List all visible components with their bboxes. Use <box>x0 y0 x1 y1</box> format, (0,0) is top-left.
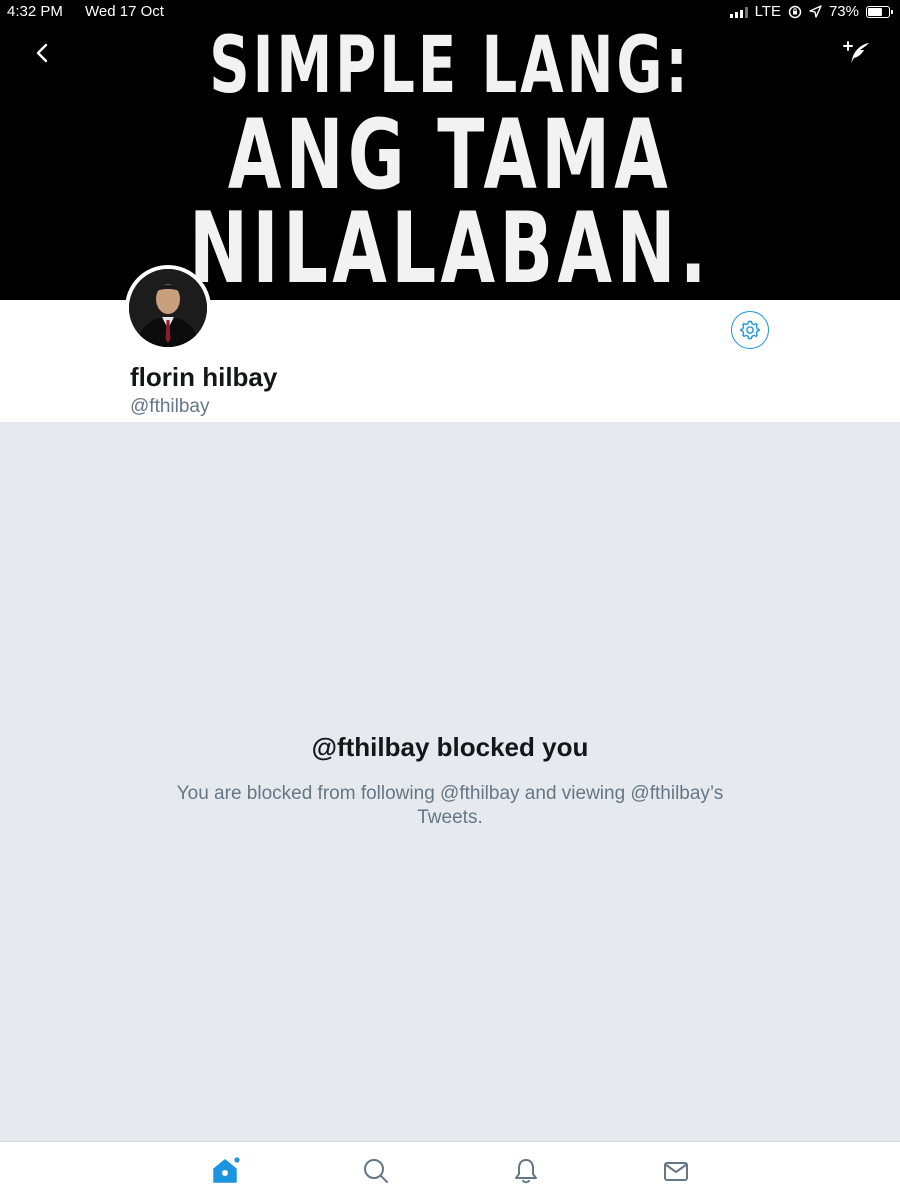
profile-photo <box>129 269 207 347</box>
network-type: LTE <box>754 3 781 20</box>
compose-tweet-button[interactable] <box>842 38 872 68</box>
tab-home[interactable] <box>211 1156 241 1186</box>
tab-search[interactable] <box>361 1156 391 1186</box>
status-time: 4:32 PM <box>7 3 63 20</box>
status-bar: 4:32 PM Wed 17 Oct LTE 73% <box>0 0 900 24</box>
banner-line: ANG TAMA <box>227 99 673 211</box>
profile-display-name: florin hilbay <box>130 362 278 392</box>
location-arrow-icon <box>809 5 822 18</box>
bottom-tab-bar <box>0 1141 900 1200</box>
messages-icon <box>664 1162 688 1181</box>
battery-icon <box>866 5 893 18</box>
screen-rotation-lock-icon <box>788 5 802 18</box>
blocked-message-description: You are blocked from following @fthilbay… <box>176 783 724 828</box>
tab-messages[interactable] <box>661 1156 691 1186</box>
gear-icon <box>740 320 760 340</box>
banner-line: NILALABAN. <box>189 192 711 306</box>
blocked-message-title: @fthilbay blocked you <box>311 732 589 762</box>
chevron-left-icon <box>36 43 48 63</box>
banner-image-text: SIMPLE LANG: ANG TAMA NILALABAN. <box>126 21 774 306</box>
profile-settings-button[interactable] <box>731 311 769 349</box>
cellular-signal-icon <box>729 6 748 18</box>
compose-tweet-icon <box>843 41 869 63</box>
back-button[interactable] <box>28 38 56 68</box>
profile-header-banner: SIMPLE LANG: ANG TAMA NILALABAN. 4:32 PM… <box>0 0 900 300</box>
home-icon <box>213 1157 240 1183</box>
tab-notifications[interactable] <box>511 1156 541 1186</box>
profile-handle: @fthilbay <box>130 396 210 417</box>
battery-percentage: 73% <box>828 3 859 20</box>
avatar[interactable] <box>125 265 211 351</box>
status-date: Wed 17 Oct <box>85 3 164 20</box>
notifications-icon <box>515 1159 537 1184</box>
search-icon <box>364 1159 388 1183</box>
banner-line: SIMPLE LANG: <box>209 21 691 111</box>
